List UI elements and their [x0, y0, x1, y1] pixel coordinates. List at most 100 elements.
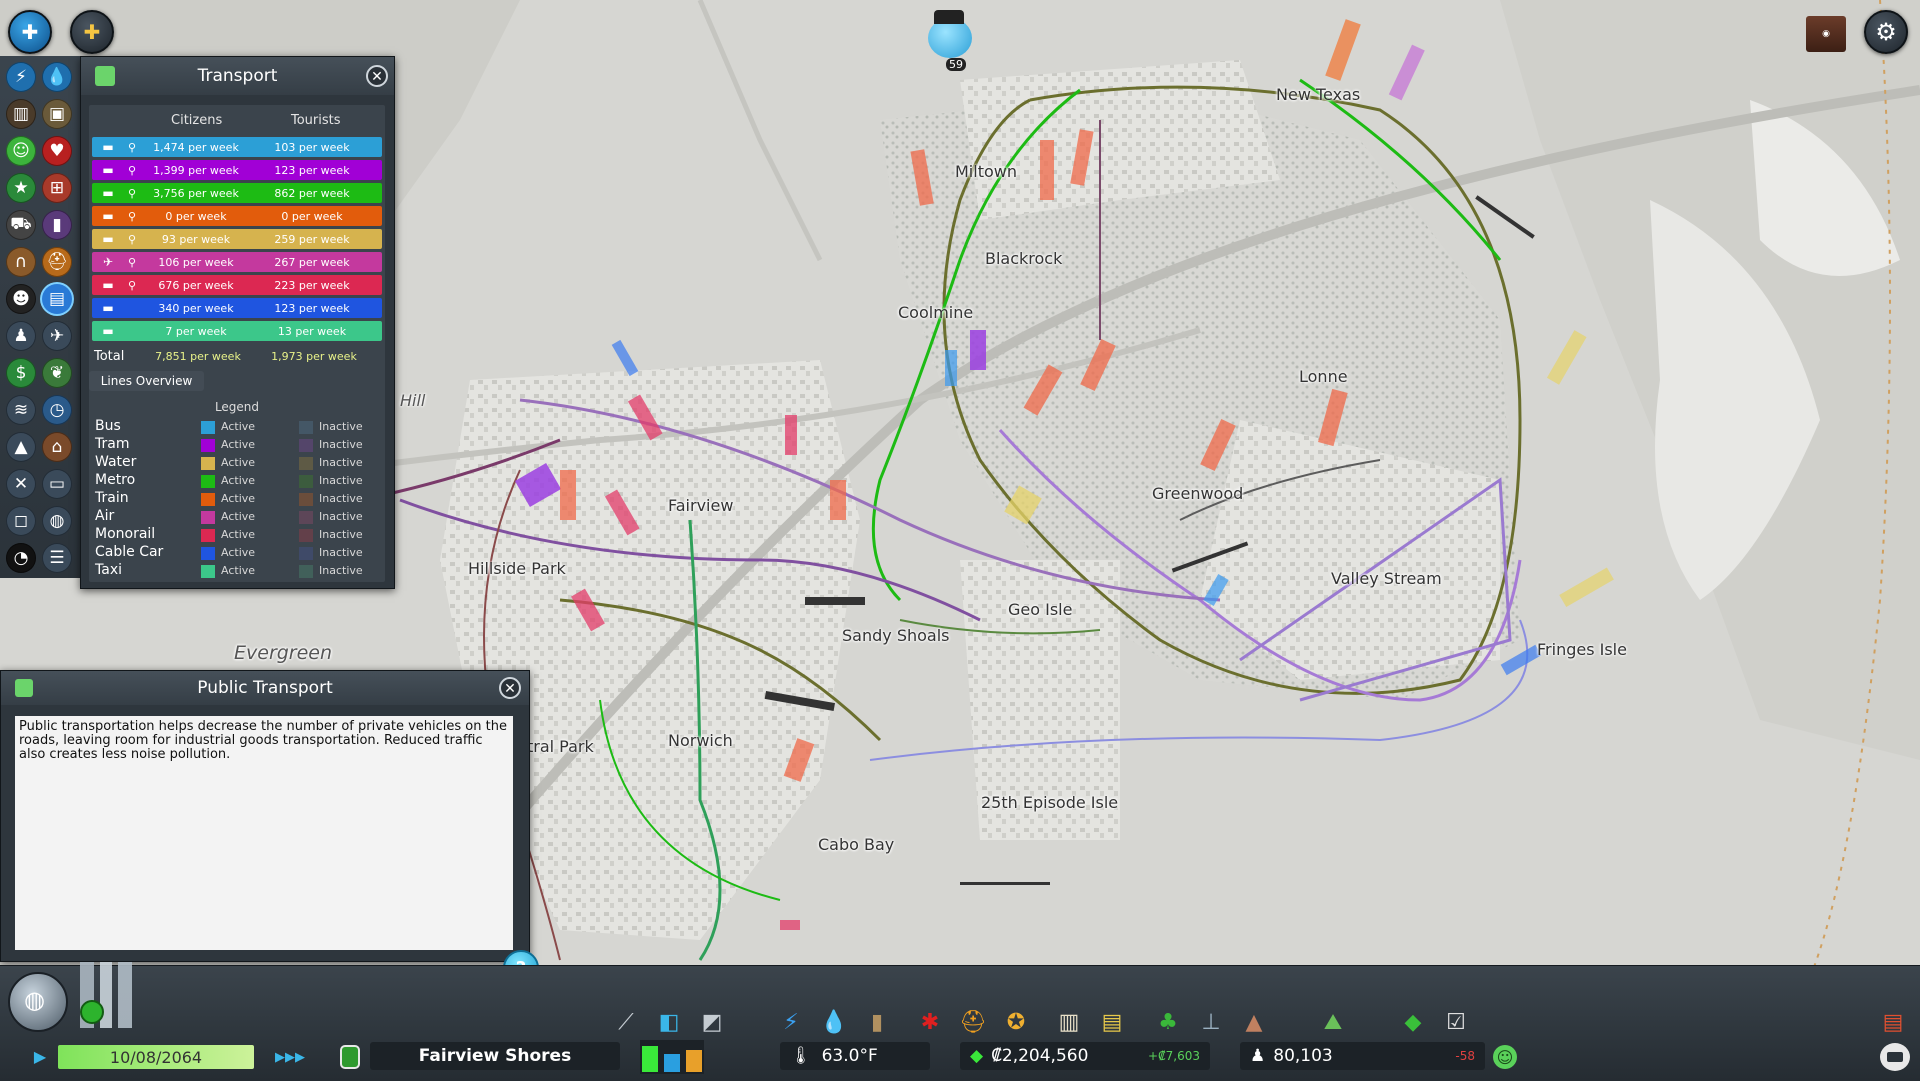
road-info-button[interactable]: ▭ [42, 469, 72, 499]
magnifier-icon[interactable]: ⚲ [124, 141, 140, 154]
magnifier-icon[interactable]: ⚲ [124, 233, 140, 246]
person-icon: ♟ [13, 326, 29, 346]
maintenance-info-button[interactable]: ✕ [6, 469, 36, 499]
water-info-button[interactable]: 💧 [42, 62, 72, 92]
snow-info-button[interactable]: ◻ [6, 506, 36, 536]
transport-panel-header[interactable]: Transport ✕ [81, 57, 394, 95]
bulldozer-button[interactable]: ☑ [1439, 1005, 1473, 1039]
noise-info-button[interactable]: ∩ [6, 247, 36, 277]
magnifier-icon[interactable]: ⚲ [124, 256, 140, 269]
monuments-button[interactable]: ▲ [1237, 1005, 1271, 1039]
stat-row-cable-car[interactable]: ▬ 340 per week 123 per week [92, 298, 382, 318]
electricity-info-button[interactable]: ⚡ [6, 62, 36, 92]
tools-icon: ✕ [13, 474, 29, 494]
tourism-info-button[interactable]: ⊞ [42, 173, 72, 203]
traffic-info-button[interactable]: ⛟ [6, 210, 36, 240]
landscaping-button[interactable]: ⛰ [1316, 1005, 1350, 1039]
active-swatch [201, 421, 215, 434]
freecamera-icon[interactable] [340, 1045, 360, 1069]
healthcare-button[interactable]: ✱ [913, 1005, 947, 1039]
fire-button[interactable]: ⛑ [956, 1005, 990, 1039]
stat-row-tram[interactable]: ▬ ⚲ 1,399 per week 123 per week [92, 160, 382, 180]
city-name-box[interactable]: Fairview Shores [370, 1042, 620, 1070]
main-menu-button[interactable]: ✚ [8, 10, 52, 54]
leaf-icon: ❦ [49, 363, 65, 383]
education-button[interactable]: ▥ [1052, 1005, 1086, 1039]
chat-button[interactable] [1880, 1043, 1910, 1071]
outside-connections-button[interactable]: ✈ [42, 321, 72, 351]
stat-row-monorail[interactable]: ▬ ⚲ 676 per week 223 per week [92, 275, 382, 295]
content-manager-icon[interactable]: ◉ [1806, 16, 1846, 52]
clock-info-button[interactable]: ◷ [42, 395, 72, 425]
money-box[interactable]: ◆ ₡2,204,560 +₡7,603 [960, 1042, 1210, 1070]
stat-row-taxi[interactable]: ▬ 7 per week 13 per week [92, 321, 382, 341]
settings-button[interactable]: ⚙ [1864, 10, 1908, 54]
police-button[interactable]: ✪ [999, 1005, 1033, 1039]
crime-info-button[interactable]: ☻ [6, 284, 36, 314]
happiness-info-button[interactable]: ☺ [6, 136, 36, 166]
population-box[interactable]: ♟ 80,103 -58 [1240, 1042, 1485, 1070]
total-label: Total [94, 348, 125, 364]
total-tourists: 1,973 per week [271, 349, 357, 363]
fire-info-button[interactable]: ⛑ [42, 247, 72, 277]
district-label: Norwich [668, 731, 733, 750]
public-transport-description: Public transportation helps decrease the… [15, 716, 513, 950]
policies-button[interactable]: ◆ [1396, 1005, 1430, 1039]
transport-info-button[interactable]: ▤ [42, 284, 72, 314]
stat-row-ship[interactable]: ▬ ⚲ 93 per week 259 per week [92, 229, 382, 249]
car-icon: ⛟ [10, 214, 32, 234]
electricity-button[interactable]: ⚡ [774, 1005, 808, 1039]
wind-info-button[interactable]: ≋ [6, 395, 36, 425]
citizens-value: 3,756 per week [153, 186, 239, 200]
legend-active-label: Active [221, 510, 256, 523]
magnifier-icon[interactable]: ⚲ [124, 279, 140, 292]
population-info-button[interactable]: ♟ [6, 321, 36, 351]
roads-button[interactable]: ⟋ [609, 1005, 643, 1039]
pollution-info-button[interactable]: ▮ [42, 210, 72, 240]
escape-info-button[interactable]: ◍ [42, 506, 72, 536]
magnifier-icon[interactable]: ⚲ [124, 164, 140, 177]
speed-button[interactable]: ▶▶▶ [272, 1046, 308, 1068]
zoning-button[interactable]: ◧ [652, 1005, 686, 1039]
legend-name: Taxi [95, 562, 122, 578]
radio-info-button[interactable]: ◔ [6, 543, 36, 573]
stat-row-air[interactable]: ✈ ⚲ 106 per week 267 per week [92, 252, 382, 272]
unique-buildings-button[interactable]: ⊥ [1194, 1005, 1228, 1039]
beautification-button[interactable]: ♣ [1151, 1005, 1185, 1039]
terrain-info-button[interactable]: ▲ [6, 432, 36, 462]
water-button[interactable]: 💧 [817, 1005, 851, 1039]
legend-name: Metro [95, 472, 136, 488]
stat-row-bus[interactable]: ▬ ⚲ 1,474 per week 103 per week [92, 137, 382, 157]
chirper-button[interactable]: 59 [920, 8, 980, 71]
garbage-button[interactable]: ▮ [860, 1005, 894, 1039]
landvalue-info-button[interactable]: ★ [6, 173, 36, 203]
economy-info-button[interactable]: $ [6, 358, 36, 388]
magnifier-icon[interactable]: ⚲ [124, 187, 140, 200]
lines-overview-button[interactable]: Lines Overview [89, 371, 204, 391]
book-icon: ▥ [1058, 1009, 1080, 1035]
total-row: Total 7,851 per week 1,973 per week [92, 346, 382, 366]
public-transport-icon [15, 679, 33, 697]
health-cross-icon: ✱ [920, 1009, 940, 1035]
natural-resources-button[interactable]: ❦ [42, 358, 72, 388]
transport-panel-close-button[interactable]: ✕ [366, 65, 388, 87]
info-views-button[interactable]: ▤ [1876, 1005, 1910, 1039]
health-info-button[interactable]: ♥ [42, 136, 72, 166]
heating-info-button[interactable]: ⌂ [42, 432, 72, 462]
public-transport-close-button[interactable]: ✕ [499, 677, 521, 699]
play-button[interactable]: ▶ [28, 1044, 52, 1068]
happiness-icon[interactable]: ☺ [1493, 1045, 1517, 1069]
population-delta: -58 [1455, 1049, 1475, 1063]
magnifier-icon[interactable]: ⚲ [124, 210, 140, 223]
garbage-info-button[interactable]: ▥ [6, 99, 36, 129]
public-transport-button[interactable]: ▤ [1095, 1005, 1129, 1039]
area-map-button[interactable]: ◍ [8, 972, 68, 1032]
buildings-info-button[interactable]: ▣ [42, 99, 72, 129]
stat-row-metro[interactable]: ▬ ⚲ 3,756 per week 862 per week [92, 183, 382, 203]
legend: Legend Bus Active Inactive Tram Active I… [89, 396, 385, 582]
stat-row-train[interactable]: ▬ ⚲ 0 per week 0 per week [92, 206, 382, 226]
public-transport-header[interactable]: Public Transport ✕ [1, 671, 529, 705]
districts-button[interactable]: ◩ [695, 1005, 729, 1039]
milestone-button[interactable]: ✚ [70, 10, 114, 54]
tours-info-button[interactable]: ☰ [42, 543, 72, 573]
